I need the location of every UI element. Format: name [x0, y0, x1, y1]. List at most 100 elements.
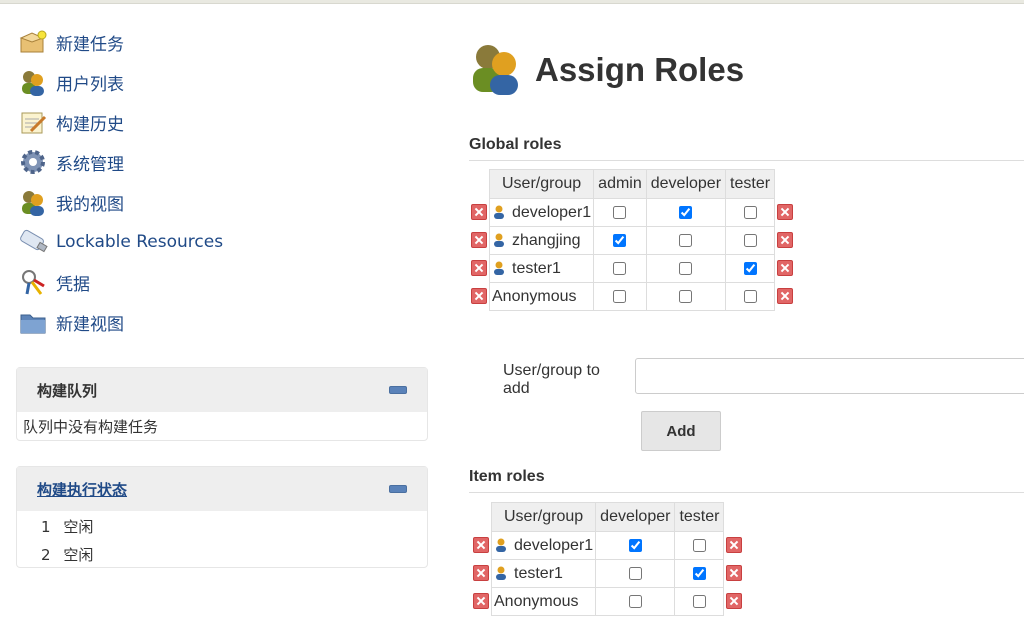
delete-icon[interactable] — [777, 232, 794, 249]
task-label: 新建视图 — [56, 314, 124, 335]
checkbox-cell — [593, 282, 647, 311]
build-queue-pane: 构建队列 队列中没有构建任务 — [16, 367, 428, 441]
delete-icon[interactable] — [471, 260, 487, 277]
delete-cell — [775, 199, 796, 227]
column-header: admin — [593, 169, 647, 199]
header-spacer — [775, 170, 796, 199]
collapse-icon[interactable] — [389, 386, 407, 394]
add-user-label: User/group to add — [503, 362, 600, 397]
role-checkbox[interactable] — [692, 538, 706, 552]
delete-icon[interactable] — [777, 204, 794, 221]
executor-row: 2 空闲 — [23, 541, 421, 569]
task-new-item[interactable]: 新建任务 — [18, 22, 418, 62]
executors-body: 1 空闲 2 空闲 — [17, 511, 427, 573]
keys-icon — [18, 267, 48, 297]
table-row: zhangjing — [469, 226, 796, 255]
new-package-icon — [18, 27, 48, 57]
user-cell: tester1 — [490, 559, 597, 588]
global-roles-heading: Global roles — [469, 136, 1024, 161]
delete-icon[interactable] — [471, 288, 487, 305]
checkbox-cell — [595, 531, 676, 560]
checkbox-cell — [593, 254, 647, 283]
task-label: 用户列表 — [56, 74, 124, 95]
delete-cell — [724, 532, 745, 560]
role-checkbox[interactable] — [613, 233, 627, 247]
task-lockable-resources[interactable]: Lockable Resources — [18, 222, 418, 262]
user-cell: developer1 — [490, 531, 597, 560]
delete-cell — [469, 199, 490, 227]
task-label: 我的视图 — [56, 194, 124, 215]
user-name: developer1 — [514, 536, 594, 554]
user-name: Anonymous — [492, 287, 577, 305]
item-roles-heading: Item roles — [469, 468, 1024, 493]
delete-icon[interactable] — [777, 288, 794, 305]
checkbox-cell — [674, 559, 725, 588]
delete-cell — [471, 560, 492, 588]
add-button[interactable]: Add — [641, 411, 721, 451]
table-row: Anonymous — [471, 587, 744, 616]
executor-number: 1 — [41, 518, 51, 536]
executors-title-link[interactable]: 构建执行状态 — [37, 479, 127, 500]
executor-status: 空闲 — [63, 546, 94, 564]
delete-icon[interactable] — [726, 565, 743, 582]
usb-drive-icon — [18, 227, 48, 257]
role-checkbox[interactable] — [692, 594, 706, 608]
delete-icon[interactable] — [471, 204, 487, 221]
task-build-history[interactable]: 构建历史 — [18, 102, 418, 142]
role-checkbox[interactable] — [613, 261, 627, 275]
user-icon — [494, 566, 508, 581]
delete-cell — [469, 255, 490, 283]
add-user-row: User/group to add — [503, 358, 1024, 398]
table-row: Anonymous — [469, 282, 795, 311]
role-checkbox[interactable] — [679, 205, 693, 219]
delete-icon[interactable] — [777, 260, 794, 277]
delete-icon[interactable] — [473, 537, 489, 554]
delete-icon[interactable] — [473, 593, 489, 610]
users-icon — [469, 40, 523, 100]
folder-icon — [18, 307, 48, 337]
task-people[interactable]: 用户列表 — [18, 62, 418, 102]
table-row: tester1 — [471, 559, 744, 588]
role-checkbox[interactable] — [679, 289, 693, 303]
role-checkbox[interactable] — [613, 289, 627, 303]
role-checkbox[interactable] — [743, 289, 757, 303]
role-checkbox[interactable] — [692, 566, 706, 580]
user-cell: Anonymous — [490, 587, 597, 616]
role-checkbox[interactable] — [743, 233, 757, 247]
user-name: tester1 — [512, 259, 561, 277]
task-label: Lockable Resources — [56, 232, 224, 252]
task-new-view[interactable]: 新建视图 — [18, 302, 418, 342]
collapse-icon[interactable] — [389, 485, 407, 493]
role-checkbox[interactable] — [613, 205, 627, 219]
task-label: 系统管理 — [56, 154, 124, 175]
delete-icon[interactable] — [726, 537, 743, 554]
delete-cell — [469, 283, 490, 311]
delete-icon[interactable] — [473, 565, 489, 582]
role-checkbox[interactable] — [628, 594, 642, 608]
user-cell: tester1 — [488, 254, 595, 283]
user-name: zhangjing — [512, 231, 581, 249]
delete-cell — [775, 227, 796, 255]
notepad-icon — [18, 107, 48, 137]
checkbox-cell — [725, 226, 776, 255]
role-checkbox[interactable] — [679, 261, 693, 275]
role-checkbox[interactable] — [743, 205, 757, 219]
add-user-input[interactable] — [635, 358, 1024, 394]
role-checkbox[interactable] — [679, 233, 693, 247]
table-row: developer1 — [469, 198, 796, 227]
user-cell: developer1 — [488, 198, 595, 227]
task-label: 新建任务 — [56, 34, 124, 55]
delete-icon[interactable] — [471, 232, 487, 249]
role-checkbox[interactable] — [743, 261, 757, 275]
task-manage[interactable]: 系统管理 — [18, 142, 418, 182]
column-header: developer — [595, 502, 676, 532]
task-my-views[interactable]: 我的视图 — [18, 182, 418, 222]
checkbox-cell — [725, 254, 776, 283]
delete-icon[interactable] — [726, 593, 743, 610]
role-checkbox[interactable] — [628, 538, 642, 552]
user-icon — [492, 205, 506, 220]
global-roles-table: User/group admin developer tester develo… — [469, 169, 795, 311]
delete-cell — [775, 255, 796, 283]
task-credentials[interactable]: 凭据 — [18, 262, 418, 302]
role-checkbox[interactable] — [628, 566, 642, 580]
